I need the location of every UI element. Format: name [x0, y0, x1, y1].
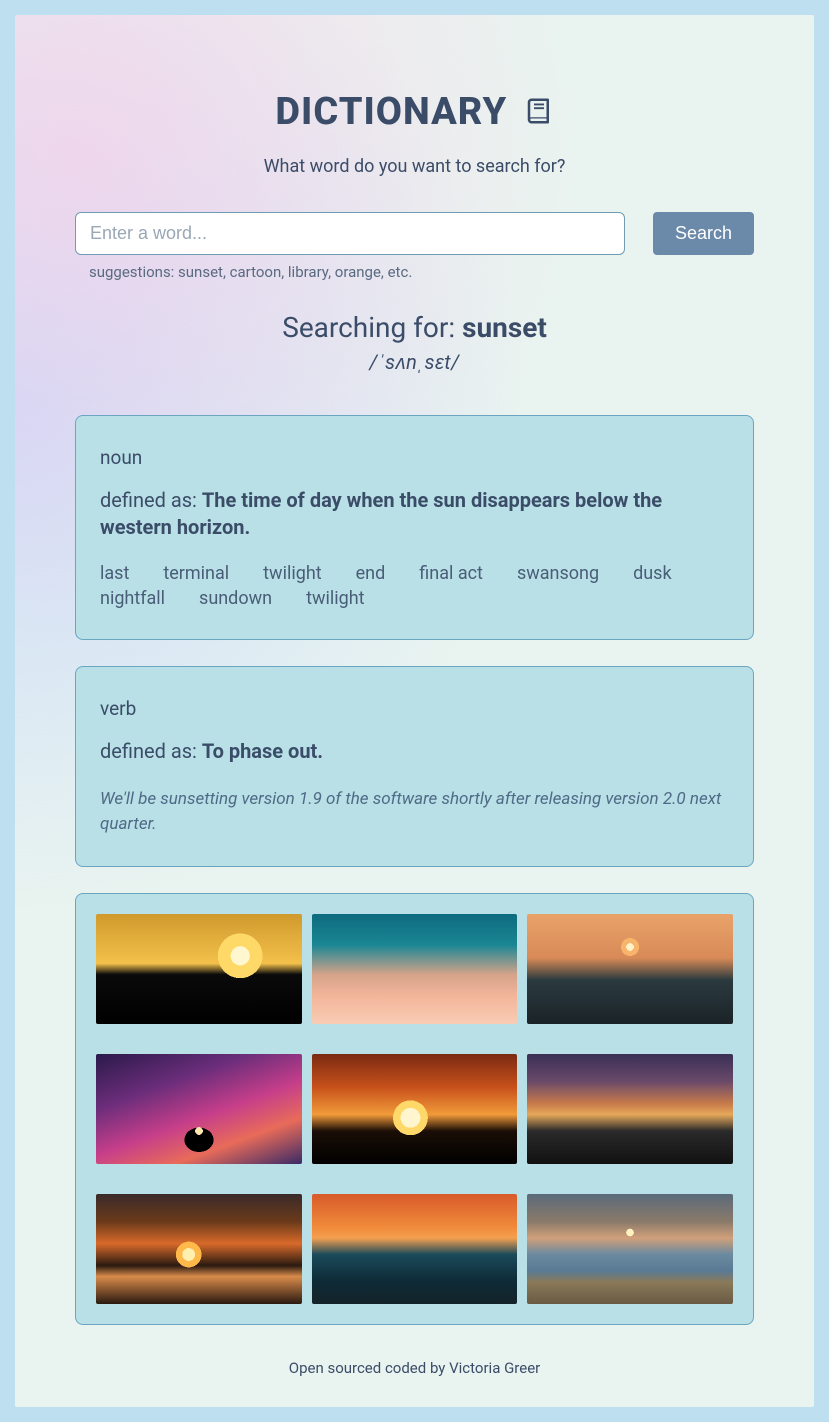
synonym: swansong: [517, 563, 599, 584]
gallery-image: [96, 1054, 302, 1164]
synonym: nightfall: [100, 588, 165, 609]
definition: defined as: The time of day when the sun…: [100, 487, 729, 541]
definition-text: To phase out.: [202, 739, 323, 763]
synonym: dusk: [633, 563, 672, 584]
searching-for: Searching for: sunset: [75, 311, 754, 344]
synonym: terminal: [163, 563, 229, 584]
synonym: end: [356, 563, 386, 584]
part-of-speech: noun: [100, 446, 729, 469]
synonyms-list: last terminal twilight end final act swa…: [100, 563, 729, 609]
search-row: Search: [75, 212, 754, 255]
gallery-image: [527, 1054, 733, 1164]
search-button[interactable]: Search: [653, 212, 754, 255]
title-text: DICTIONARY: [275, 90, 507, 134]
synonym: twilight: [263, 563, 321, 584]
synonym: last: [100, 563, 129, 584]
searched-word: sunset: [462, 311, 547, 344]
searching-for-prefix: Searching for:: [282, 311, 462, 344]
gallery-image: [312, 1054, 518, 1164]
gallery-image: [96, 1194, 302, 1304]
gallery-image: [96, 914, 302, 1024]
gallery-image: [312, 914, 518, 1024]
search-suggestions: suggestions: sunset, cartoon, library, o…: [89, 263, 754, 281]
definition-label: defined as:: [100, 488, 202, 512]
phonetic: /ˈsʌnˌsɛt/: [75, 350, 754, 375]
definition: defined as: To phase out.: [100, 738, 729, 765]
footer-credit: Open sourced coded by Victoria Greer: [75, 1345, 754, 1377]
image-gallery: [75, 893, 754, 1325]
definition-card: verb defined as: To phase out. We'll be …: [75, 666, 754, 867]
definition-card: noun defined as: The time of day when th…: [75, 415, 754, 640]
search-input[interactable]: [75, 212, 625, 255]
example-sentence: We'll be sunsetting version 1.9 of the s…: [100, 787, 729, 836]
gallery-image: [527, 914, 733, 1024]
definition-label: defined as:: [100, 739, 202, 763]
synonym: twilight: [306, 588, 364, 609]
part-of-speech: verb: [100, 697, 729, 720]
synonym: sundown: [199, 588, 272, 609]
page-title: DICTIONARY: [75, 90, 754, 136]
subtitle: What word do you want to search for?: [75, 156, 754, 177]
gallery-image: [527, 1194, 733, 1304]
gallery-image: [312, 1194, 518, 1304]
book-icon: [524, 92, 554, 136]
synonym: final act: [419, 563, 483, 584]
